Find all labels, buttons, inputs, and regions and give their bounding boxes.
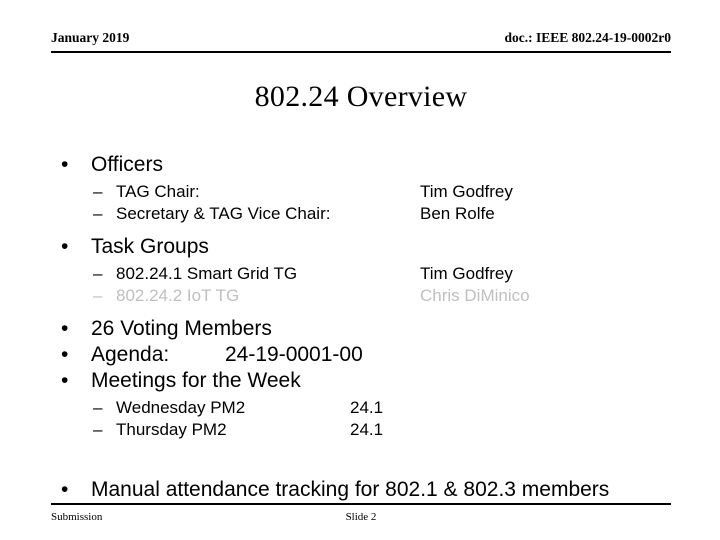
dash-icon: –: [93, 286, 103, 305]
header-date: January 2019: [51, 30, 130, 45]
bullet-icon: •: [61, 153, 69, 176]
meeting-row-wednesday: – Wednesday PM2 24.1: [51, 397, 676, 419]
bullet-voting-members: • 26 Voting Members: [51, 316, 676, 342]
bullet-icon: •: [61, 317, 69, 340]
officer-role: Secretary & TAG Vice Chair:: [116, 204, 331, 223]
footer-slide-number: Slide 2: [345, 511, 377, 523]
bullet-icon: •: [61, 478, 69, 501]
slide-footer: Submission Slide 2: [51, 503, 671, 531]
bullet-officers: • Officers: [51, 152, 676, 178]
agenda-document-number: 24-19-0001-00: [225, 343, 363, 366]
dash-icon: –: [93, 420, 103, 439]
bullet-attendance-note: • Manual attendance tracking for 802.1 &…: [51, 477, 676, 503]
dash-icon: –: [93, 204, 103, 223]
meeting-group: 24.1: [350, 398, 384, 417]
bullet-icon: •: [61, 343, 69, 366]
meeting-group: 24.1: [350, 420, 384, 439]
meeting-row-thursday: – Thursday PM2 24.1: [51, 419, 676, 441]
bullet-agenda: • Agenda: 24-19-0001-00: [51, 342, 676, 368]
header-document-id: doc.: IEEE 802.24-19-0002r0: [504, 30, 672, 45]
dash-icon: –: [93, 182, 103, 201]
task-group-chair: Chris DiMinico: [420, 286, 530, 305]
bullet-task-groups-label: Task Groups: [91, 235, 209, 258]
officers-row-secretary-vice-chair: – Secretary & TAG Vice Chair: Ben Rolfe: [51, 203, 676, 225]
dash-icon: –: [93, 264, 103, 283]
task-group-name: 802.24.1 Smart Grid TG: [116, 264, 298, 283]
voting-members-label: 26 Voting Members: [91, 317, 272, 340]
bullet-icon: •: [61, 369, 69, 392]
meetings-label: Meetings for the Week: [91, 369, 301, 392]
task-group-name: 802.24.2 IoT TG: [116, 286, 240, 305]
presentation-slide: January 2019 doc.: IEEE 802.24-19-0002r0…: [0, 0, 720, 540]
task-group-chair: Tim Godfrey: [420, 264, 513, 283]
task-group-row-smart-grid: – 802.24.1 Smart Grid TG Tim Godfrey: [51, 263, 676, 285]
agenda-label: Agenda:: [91, 343, 170, 366]
officer-person: Ben Rolfe: [420, 204, 495, 223]
officer-role: TAG Chair:: [116, 182, 200, 201]
bullet-task-groups: • Task Groups: [51, 234, 676, 260]
officer-person: Tim Godfrey: [420, 182, 513, 201]
slide-body: • Officers – TAG Chair: Tim Godfrey – Se…: [51, 152, 676, 503]
officers-row-tag-chair: – TAG Chair: Tim Godfrey: [51, 181, 676, 203]
dash-icon: –: [93, 398, 103, 417]
meeting-slot: Thursday PM2: [116, 420, 227, 439]
bullet-icon: •: [61, 235, 69, 258]
slide-header: January 2019 doc.: IEEE 802.24-19-0002r0: [51, 29, 671, 53]
task-group-row-iot: – 802.24.2 IoT TG Chris DiMinico: [51, 285, 676, 307]
page-title: 802.24 Overview: [254, 80, 468, 113]
bullet-meetings: • Meetings for the Week: [51, 368, 676, 394]
bullet-officers-label: Officers: [91, 153, 163, 176]
attendance-note-label: Manual attendance tracking for 802.1 & 8…: [91, 478, 610, 501]
meeting-slot: Wednesday PM2: [116, 398, 246, 417]
